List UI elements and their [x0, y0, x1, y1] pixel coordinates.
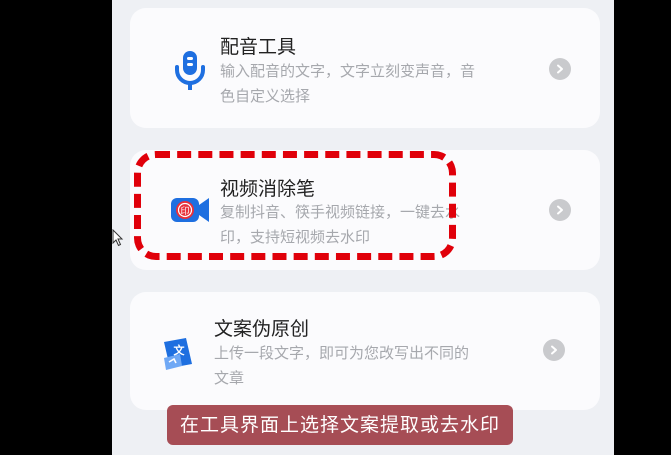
mouse-cursor-icon — [112, 228, 124, 251]
chevron-right-icon[interactable] — [543, 339, 565, 361]
tool-desc-voiceover: 输入配音的文字，文字立刻变声音，音色自定义选择 — [220, 62, 476, 105]
rewrite-text-icon: 文 — [156, 332, 200, 376]
tool-desc-pseudo-original: 上传一段文字，即可为您改写出不同的文章 — [214, 344, 470, 387]
tool-card-voiceover[interactable]: 配音工具 输入配音的文字，文字立刻变声音，音色自定义选择 — [130, 8, 600, 128]
tool-card-pseudo-original[interactable]: 文 文案伪原创 上传一段文字，即可为您改写出不同的文章 — [130, 292, 600, 410]
tool-title-voiceover: 配音工具 — [220, 36, 297, 58]
microphone-icon — [168, 48, 212, 92]
chevron-right-icon[interactable] — [549, 199, 571, 221]
svg-text:文: 文 — [174, 343, 186, 357]
highlight-annotation — [134, 151, 456, 260]
video-caption: 在工具界面上选择文案提取或去水印 — [167, 405, 514, 445]
chevron-right-icon[interactable] — [549, 58, 571, 80]
tool-title-pseudo-original: 文案伪原创 — [214, 318, 310, 340]
